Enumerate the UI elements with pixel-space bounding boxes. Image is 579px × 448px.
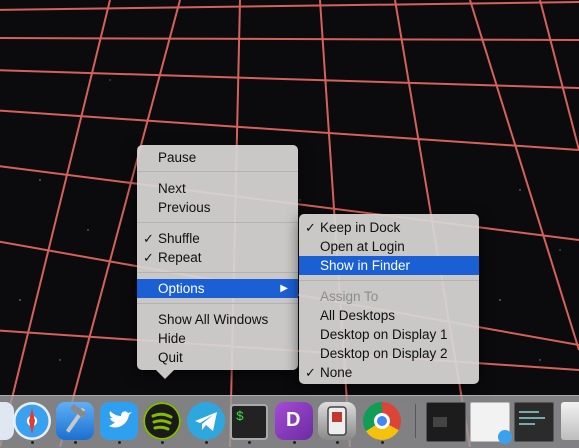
hide-menu-item[interactable]: Hide: [137, 329, 298, 348]
finder-icon[interactable]: [0, 402, 14, 440]
pause-menu-item[interactable]: Pause: [137, 148, 298, 167]
menu-separator: [137, 222, 298, 223]
dock: $ D: [0, 395, 579, 448]
transmit-icon[interactable]: [318, 402, 356, 440]
safari-icon[interactable]: [13, 402, 51, 440]
running-indicator: [118, 441, 121, 444]
assign-to-label: Assign To: [320, 289, 379, 304]
twitter-icon[interactable]: [100, 402, 138, 440]
window-thumb-light-icon[interactable]: [470, 402, 512, 444]
terminal-icon[interactable]: $: [230, 404, 268, 440]
menu-separator: [137, 303, 298, 304]
options-label: Options: [158, 281, 205, 296]
show-all-windows-label: Show All Windows: [158, 312, 269, 327]
running-indicator: [161, 441, 164, 444]
desktop: Pause Next Previous ✓ Shuffle ✓ Repeat Opt…: [0, 0, 579, 448]
running-indicator: [293, 441, 296, 444]
spotify-icon[interactable]: [143, 402, 181, 440]
repeat-menu-item[interactable]: ✓ Repeat: [137, 248, 298, 267]
assign-to-header: Assign To: [299, 287, 479, 306]
menu-pointer: [156, 370, 174, 379]
keep-in-dock-menu-item[interactable]: ✓ Keep in Dock: [299, 218, 479, 237]
shuffle-label: Shuffle: [158, 231, 200, 246]
running-indicator: [74, 441, 77, 444]
desktop-display-1-label: Desktop on Display 1: [320, 327, 448, 342]
checkmark-icon: ✓: [143, 250, 154, 265]
submenu-arrow-icon: ▶: [280, 283, 288, 294]
none-menu-item[interactable]: ✓ None: [299, 363, 479, 382]
open-at-login-menu-item[interactable]: Open at Login: [299, 237, 479, 256]
running-indicator: [336, 441, 339, 444]
chrome-icon[interactable]: [363, 402, 401, 440]
options-menu-item[interactable]: Options ▶: [137, 279, 298, 298]
terminal-prompt: $: [236, 409, 244, 424]
next-menu-item[interactable]: Next: [137, 179, 298, 198]
next-label: Next: [158, 181, 186, 196]
pause-label: Pause: [158, 150, 197, 165]
xcode-icon[interactable]: [56, 402, 94, 440]
all-desktops-label: All Desktops: [320, 308, 396, 323]
desktop-display-2-label: Desktop on Display 2: [320, 346, 448, 361]
options-submenu: ✓ Keep in Dock Open at Login Show in Find…: [299, 214, 479, 384]
previous-menu-item[interactable]: Previous: [137, 198, 298, 217]
checkmark-icon: ✓: [305, 220, 316, 235]
menu-separator: [137, 272, 298, 273]
repeat-label: Repeat: [158, 250, 202, 265]
dash-icon[interactable]: D: [275, 402, 313, 440]
show-all-windows-menu-item[interactable]: Show All Windows: [137, 310, 298, 329]
previous-label: Previous: [158, 200, 211, 215]
telegram-icon[interactable]: [187, 402, 225, 440]
running-indicator: [205, 441, 208, 444]
window-thumb-dark-icon[interactable]: [426, 402, 466, 442]
window-thumb-code-icon[interactable]: [514, 402, 554, 442]
dock-divider: [415, 404, 416, 438]
shuffle-menu-item[interactable]: ✓ Shuffle: [137, 229, 298, 248]
desktop-display-1-menu-item[interactable]: Desktop on Display 1: [299, 325, 479, 344]
checkmark-icon: ✓: [143, 231, 154, 246]
menu-separator: [299, 280, 479, 281]
desktop-display-2-menu-item[interactable]: Desktop on Display 2: [299, 344, 479, 363]
all-desktops-menu-item[interactable]: All Desktops: [299, 306, 479, 325]
trash-icon[interactable]: [561, 402, 579, 440]
quit-menu-item[interactable]: Quit: [137, 348, 298, 367]
menu-separator: [137, 171, 298, 172]
running-indicator: [381, 441, 384, 444]
running-indicator: [248, 441, 251, 444]
running-indicator: [31, 441, 34, 444]
app-context-menu: Pause Next Previous ✓ Shuffle ✓ Repeat Opt…: [137, 145, 298, 370]
checkmark-icon: ✓: [305, 365, 316, 380]
open-at-login-label: Open at Login: [320, 239, 405, 254]
keep-in-dock-label: Keep in Dock: [320, 220, 401, 235]
quit-label: Quit: [158, 350, 183, 365]
show-in-finder-menu-item[interactable]: Show in Finder: [299, 256, 479, 275]
dash-glyph: D: [286, 409, 301, 431]
show-in-finder-label: Show in Finder: [320, 258, 411, 273]
none-label: None: [320, 365, 353, 380]
hide-label: Hide: [158, 331, 186, 346]
